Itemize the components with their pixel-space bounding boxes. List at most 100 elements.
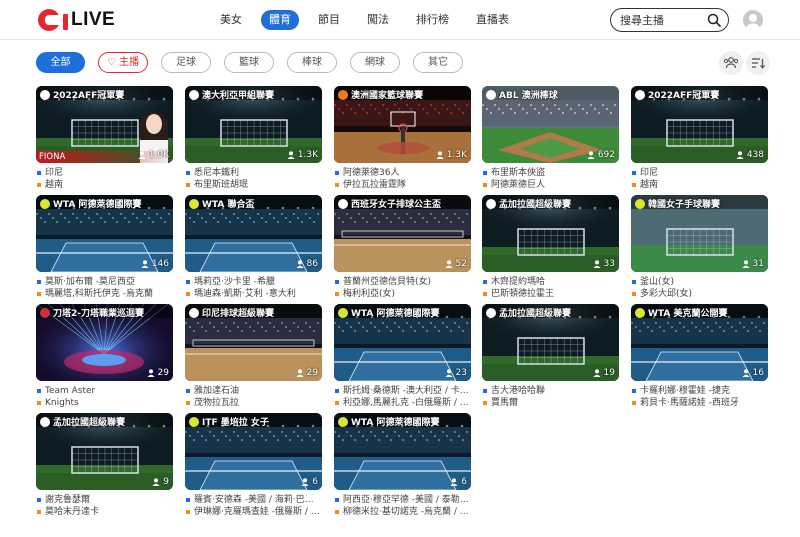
filter-chip-5[interactable]: 網球 bbox=[350, 52, 400, 73]
stream-card[interactable]: 澳大利亞甲組聯賽 1.3K 悉尼本鐵利 布里斯班胡珉 bbox=[185, 86, 322, 191]
stream-thumbnail[interactable]: 2022AFF冠軍賽 438 bbox=[631, 86, 768, 163]
match-title: ABL 澳洲棒球 bbox=[486, 88, 558, 101]
nav-item-4[interactable]: 排行榜 bbox=[408, 10, 457, 30]
stream-thumbnail[interactable]: WTA 阿德萊德國際賽 6 bbox=[334, 413, 471, 490]
stream-card[interactable]: ITF 墨培拉 女子 6 羅賓·安德森 -美國 / 海莉·巴普蒂... 伊琳娜·克羅瑪… bbox=[185, 413, 322, 518]
team-list: 羅賓·安德森 -美國 / 海莉·巴普蒂... 伊琳娜·克羅瑪查娃 -俄羅斯 / 安… bbox=[186, 494, 322, 518]
stream-card[interactable]: 西班牙女子排球公主盃 52 普蘭州亞德信貝特(女) 梅利利亞(女) bbox=[334, 195, 471, 300]
match-title-text: WTA 美克蘭公開賽 bbox=[648, 309, 728, 319]
match-title: WTA 阿德萊德國際賽 bbox=[338, 415, 439, 428]
stream-thumbnail[interactable]: 孟加拉國超級聯賽 33 bbox=[482, 195, 619, 272]
stream-thumbnail[interactable]: 刀塔2-刀塔職業巡迴賽 29 bbox=[36, 304, 173, 381]
stream-card[interactable]: 韓國女子手球聯賽 31 釜山(女) 多彩大邱(女) bbox=[631, 195, 768, 300]
stream-card[interactable]: 印尼排球超級聯賽 29 雅加達石油 茂物拉瓦拉 bbox=[185, 304, 322, 409]
team-name: 越南 bbox=[45, 180, 64, 190]
stream-thumbnail[interactable]: 澳大利亞甲組聯賽 1.3K bbox=[185, 86, 322, 163]
filter-chip-4[interactable]: 棒球 bbox=[287, 52, 337, 73]
stream-card[interactable]: 澳洲國家籃球聯賽 1.3K 阿德萊德36人 伊拉瓦拉雷霆隊 bbox=[334, 86, 471, 191]
site-logo[interactable]: LIVE bbox=[38, 7, 115, 33]
team-row: 越南 bbox=[37, 179, 173, 191]
team-marker bbox=[37, 183, 41, 187]
match-title: WTA 阿德萊德國際賽 bbox=[338, 306, 439, 319]
team-list: Team Aster Knights bbox=[37, 385, 173, 409]
tennis-ball-icon bbox=[189, 198, 199, 209]
team-marker bbox=[335, 389, 339, 393]
stream-card[interactable]: WTA 阿德萊德國際賽 146 莫斯·加布爾 -莫尼西亞 瑪麗塔,科斯托伊克 -烏克蘭 bbox=[36, 195, 173, 300]
team-row: 吉大港哈哈聯 bbox=[483, 385, 619, 397]
group-view-button[interactable] bbox=[719, 51, 743, 75]
filter-chip-0[interactable]: 全部 bbox=[36, 52, 85, 73]
team-marker bbox=[37, 171, 41, 175]
stream-card[interactable]: 孟加拉國超級聯賽 9 謝克魯瑟爾 莫哈末丹達卡 bbox=[36, 413, 173, 518]
stream-card[interactable]: 2022AFF冠軍賽 438 印尼 越南 bbox=[631, 86, 768, 191]
stream-card[interactable]: 刀塔2-刀塔職業巡迴賽 29 Team Aster Knights bbox=[36, 304, 173, 409]
search-icon[interactable] bbox=[707, 13, 721, 27]
user-avatar[interactable] bbox=[743, 10, 763, 30]
stream-thumbnail[interactable]: 西班牙女子排球公主盃 52 bbox=[334, 195, 471, 272]
stream-card[interactable]: WTA 聯合盃 86 瑪莉亞·沙卡里 -希臘 瑪迪森·凱斯·艾利 -意大利 bbox=[185, 195, 322, 300]
filter-chip-1[interactable]: ♡ 主播 bbox=[98, 52, 148, 73]
viewer-count: 29 bbox=[296, 368, 318, 378]
stream-thumbnail[interactable]: 孟加拉國超級聯賽 19 bbox=[482, 304, 619, 381]
viewer-icon bbox=[296, 369, 304, 377]
stream-thumbnail[interactable]: WTA 美克蘭公開賽 16 bbox=[631, 304, 768, 381]
viewer-icon bbox=[287, 151, 295, 159]
stream-card[interactable]: WTA 阿德萊德國際賽 6 阿西亞·穆亞罕德 -美國 / 泰勒·湯... 柳德米拉·基… bbox=[334, 413, 471, 518]
stream-card[interactable]: ABL 澳洲棒球 692 布里斯本俠盜 阿德萊德巨人 bbox=[482, 86, 619, 191]
nav-item-2[interactable]: 節目 bbox=[310, 10, 348, 30]
stream-card[interactable]: 孟加拉國超級聯賽 19 吉大港哈哈聯 賈馬爾 bbox=[482, 304, 619, 409]
stream-card[interactable]: WTA 阿德萊德國際賽 23 斯托姆·桑德斯 -澳大利亞 / 卡捷... 利亞娜,馬麗… bbox=[334, 304, 471, 409]
team-row: 雅加達石油 bbox=[186, 385, 322, 397]
nav-item-0[interactable]: 美女 bbox=[212, 10, 250, 30]
viewer-icon bbox=[445, 260, 453, 268]
team-marker bbox=[186, 292, 190, 296]
nav-item-5[interactable]: 直播表 bbox=[468, 10, 517, 30]
viewer-count-text: 23 bbox=[455, 368, 467, 378]
sort-button[interactable] bbox=[746, 51, 770, 75]
team-marker bbox=[632, 280, 636, 284]
stream-thumbnail[interactable]: ITF 墨培拉 女子 6 bbox=[185, 413, 322, 490]
filter-chip-6[interactable]: 其它 bbox=[413, 52, 463, 73]
nav-item-1[interactable]: 體育 bbox=[261, 10, 299, 30]
tennis-ball-icon bbox=[40, 198, 50, 209]
nav-item-3[interactable]: 闖法 bbox=[359, 10, 397, 30]
filter-chip-3[interactable]: 籃球 bbox=[224, 52, 274, 73]
match-title: 澳洲國家籃球聯賽 bbox=[338, 88, 423, 101]
category-filters: 全部 ♡ 主播 足球 籃球 棒球 網球 其它 bbox=[36, 52, 476, 73]
match-title-text: 西班牙女子排球公主盃 bbox=[351, 200, 442, 210]
viewer-count-text: 19 bbox=[603, 368, 615, 378]
team-list: 莫斯·加布爾 -莫尼西亞 瑪麗塔,科斯托伊克 -烏克蘭 bbox=[37, 276, 173, 300]
viewer-count-text: 146 bbox=[151, 259, 169, 269]
viewer-count-text: 1.3K bbox=[446, 150, 467, 160]
stream-thumbnail[interactable]: ABL 澳洲棒球 692 bbox=[482, 86, 619, 163]
viewer-icon bbox=[736, 151, 744, 159]
stream-thumbnail[interactable]: 印尼排球超級聯賽 29 bbox=[185, 304, 322, 381]
team-row: 印尼 bbox=[37, 167, 173, 179]
match-title: 孟加拉國超級聯賽 bbox=[40, 415, 125, 428]
stream-thumbnail[interactable]: 韓國女子手球聯賽 31 bbox=[631, 195, 768, 272]
viewer-icon bbox=[742, 260, 750, 268]
team-name: Team Aster bbox=[45, 386, 96, 396]
viewer-icon bbox=[147, 369, 155, 377]
stream-thumbnail[interactable]: 2022AFF冠軍賽 FIONA 1.0K bbox=[36, 86, 173, 163]
match-title: ITF 墨培拉 女子 bbox=[189, 415, 269, 428]
team-row: 羅賓·安德森 -美國 / 海莉·巴普蒂... bbox=[186, 494, 322, 506]
team-row: 利亞娜,馬麗扎克 -白俄羅斯 / 阿... bbox=[335, 397, 471, 409]
stream-thumbnail[interactable]: WTA 阿德萊德國際賽 146 bbox=[36, 195, 173, 272]
filter-chip-label: 足球 bbox=[176, 57, 196, 68]
filter-chip-label: 籃球 bbox=[239, 57, 259, 68]
stream-card[interactable]: 孟加拉國超級聯賽 33 木齊提約瑪哈 巴斯頓德拉霍王 bbox=[482, 195, 619, 300]
viewer-count: 31 bbox=[742, 259, 764, 269]
stream-thumbnail[interactable]: 澳洲國家籃球聯賽 1.3K bbox=[334, 86, 471, 163]
stream-thumbnail[interactable]: 孟加拉國超級聯賽 9 bbox=[36, 413, 173, 490]
search-input[interactable] bbox=[620, 9, 710, 32]
viewer-count: 9 bbox=[152, 477, 169, 487]
team-row: 伊拉瓦拉雷霆隊 bbox=[335, 179, 471, 191]
stream-card[interactable]: WTA 美克蘭公開賽 16 卡羅利娜·穆霍娃 -捷克 莉貝卡·馬薩諾娃 -西班牙 bbox=[631, 304, 768, 409]
stream-thumbnail[interactable]: WTA 阿德萊德國際賽 23 bbox=[334, 304, 471, 381]
stream-card[interactable]: 2022AFF冠軍賽 FIONA 1.0K 印尼 越南 bbox=[36, 86, 173, 191]
team-marker bbox=[483, 389, 487, 393]
filter-chip-2[interactable]: 足球 bbox=[161, 52, 211, 73]
stream-thumbnail[interactable]: WTA 聯合盃 86 bbox=[185, 195, 322, 272]
team-marker bbox=[186, 510, 190, 514]
